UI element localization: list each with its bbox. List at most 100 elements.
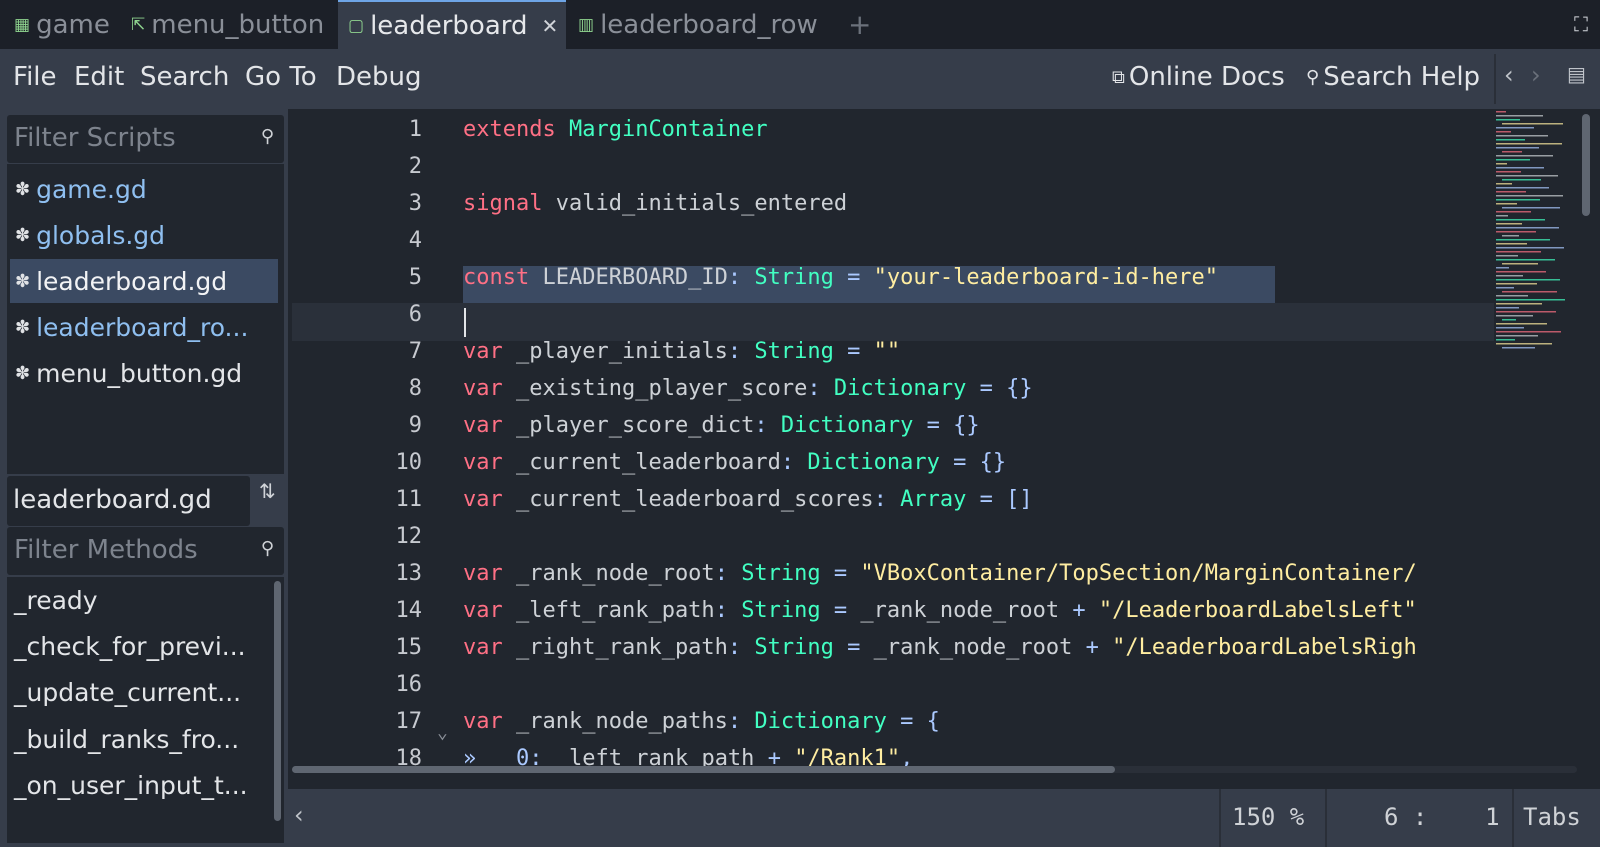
minimap-line xyxy=(1496,167,1544,169)
vertical-scrollbar[interactable] xyxy=(1582,114,1590,216)
script-item-menu-button[interactable]: ✽ menu_button.gd xyxy=(10,351,278,395)
line-number: 1 xyxy=(408,117,422,142)
script-label: game.gd xyxy=(36,174,147,204)
tab-leaderboard[interactable]: ▢ leaderboard ✕ xyxy=(338,0,566,49)
history-forward-icon[interactable]: › xyxy=(1531,61,1541,89)
script-item-leaderboard-row[interactable]: ✽ leaderboard_ro... xyxy=(10,305,278,349)
code-line: extends MarginContainer xyxy=(463,117,768,142)
code-minimap[interactable] xyxy=(1494,109,1584,359)
scene-row-icon: ▥ xyxy=(578,14,595,35)
line-number: 11 xyxy=(395,487,423,512)
gear-icon: ✽ xyxy=(15,224,31,246)
minimap-line xyxy=(1496,147,1539,149)
line-number: 13 xyxy=(395,561,423,586)
minimap-line xyxy=(1496,195,1563,197)
script-label: leaderboard_ro... xyxy=(36,312,249,342)
code-editor[interactable]: 1 2 3 4 5 6 7 8 9 10 11 12 13 14 15 16 17 18 extends Marg… xyxy=(292,109,1600,789)
scene-tab-bar: ▦ game ⇱ menu_button ▢ leaderboard ✕ ▥ l… xyxy=(0,0,1600,49)
menu-divider xyxy=(1494,54,1496,104)
script-item-leaderboard[interactable]: ✽ leaderboard.gd xyxy=(10,259,278,303)
filter-scripts-input[interactable]: Filter Scripts ⚲ xyxy=(7,115,284,163)
script-item-globals[interactable]: ✽ globals.gd xyxy=(10,213,278,257)
minimap-line xyxy=(1496,243,1527,245)
menu-search[interactable]: Search xyxy=(140,62,229,92)
code-line: var _right_rank_path: String = _rank_nod… xyxy=(463,635,1417,660)
horizontal-scrollbar[interactable] xyxy=(292,766,1115,773)
toggle-panel-icon[interactable]: ▤ xyxy=(1567,62,1586,86)
minimap-line xyxy=(1502,319,1516,321)
tab-game[interactable]: ▦ game xyxy=(14,0,110,49)
search-help-button[interactable]: ⚲ Search Help xyxy=(1306,62,1480,92)
minimap-line xyxy=(1502,263,1538,265)
minimap-line xyxy=(1496,247,1564,249)
online-docs-button[interactable]: ⧉ Online Docs xyxy=(1112,62,1285,92)
line-number: 2 xyxy=(408,154,422,179)
close-icon[interactable]: ✕ xyxy=(541,14,558,38)
line-number: 12 xyxy=(395,524,423,549)
script-label: leaderboard.gd xyxy=(36,266,228,296)
minimap-line xyxy=(1496,327,1524,329)
script-list: ✽ game.gd ✽ globals.gd ✽ leaderboard.gd … xyxy=(7,164,284,474)
search-help-label: Search Help xyxy=(1323,62,1481,92)
minimap-line xyxy=(1496,299,1565,301)
minimap-line xyxy=(1496,203,1517,205)
code-line: var _rank_node_paths: Dictionary = { xyxy=(463,709,940,734)
minimap-line xyxy=(1496,155,1553,157)
online-docs-label: Online Docs xyxy=(1128,62,1285,92)
menu-debug[interactable]: Debug xyxy=(336,62,422,92)
method-item[interactable]: _update_current... xyxy=(14,678,241,707)
tab-leaderboard-row[interactable]: ▥ leaderboard_row xyxy=(578,0,818,49)
script-item-game[interactable]: ✽ game.gd xyxy=(10,167,278,211)
scene-container-icon: ▢ xyxy=(348,15,365,36)
minimap-line xyxy=(1496,135,1548,137)
add-tab-button[interactable]: + xyxy=(848,8,871,41)
zoom-level[interactable]: 150 % xyxy=(1232,803,1304,831)
line-number: 15 xyxy=(395,635,423,660)
line-number: 7 xyxy=(408,339,422,364)
search-icon: ⚲ xyxy=(260,126,274,147)
filter-methods-input[interactable]: Filter Methods ⚲ xyxy=(7,527,284,575)
minimap-line xyxy=(1502,235,1519,237)
status-divider xyxy=(1325,789,1327,847)
method-item[interactable]: _on_user_input_t... xyxy=(14,771,248,800)
method-item[interactable]: _check_for_previ... xyxy=(14,632,246,661)
code-line: var _left_rank_path: String = _rank_node… xyxy=(463,598,1417,623)
minimap-line xyxy=(1496,271,1546,273)
minimap-line xyxy=(1496,127,1534,129)
method-item[interactable]: _build_ranks_fro... xyxy=(14,725,239,754)
tab-menu-button[interactable]: ⇱ menu_button xyxy=(131,0,324,49)
method-item[interactable]: _ready xyxy=(14,586,98,615)
fullscreen-icon[interactable]: ⛶ xyxy=(1574,12,1588,36)
sort-icon[interactable]: ⇅ xyxy=(259,479,276,503)
fold-arrow-icon[interactable]: ⌄ xyxy=(437,722,448,743)
minimap-line xyxy=(1496,311,1556,313)
indent-mode[interactable]: Tabs xyxy=(1523,803,1581,831)
method-list: _ready _check_for_previ... _update_curre… xyxy=(7,577,284,843)
minimap-line xyxy=(1496,315,1533,317)
code-line: var _rank_node_root: String = "VBoxConta… xyxy=(463,561,1417,586)
gear-icon: ✽ xyxy=(15,270,31,292)
menu-file[interactable]: File xyxy=(13,62,57,92)
minimap-line xyxy=(1496,343,1552,345)
minimap-line xyxy=(1496,143,1562,145)
minimap-line xyxy=(1502,291,1557,293)
minimap-line xyxy=(1496,267,1509,269)
code-line: var _player_score_dict: Dictionary = {} xyxy=(463,413,980,438)
minimap-line xyxy=(1496,295,1528,297)
method-list-scrollbar[interactable] xyxy=(274,581,281,821)
minimap-line xyxy=(1496,219,1545,221)
toggle-scripts-panel-icon[interactable]: ‹ xyxy=(294,801,304,829)
menu-goto[interactable]: Go To xyxy=(245,62,317,92)
filter-methods-placeholder: Filter Methods xyxy=(14,535,198,565)
minimap-line xyxy=(1496,211,1531,213)
minimap-line xyxy=(1496,231,1536,233)
minimap-line xyxy=(1496,131,1511,133)
menu-edit[interactable]: Edit xyxy=(74,62,124,92)
editor-status-bar: ‹ 150 % 6 : 1 Tabs xyxy=(288,789,1600,847)
scene-button-icon: ⇱ xyxy=(131,14,146,35)
history-back-icon[interactable]: ‹ xyxy=(1504,61,1514,89)
minimap-line xyxy=(1496,283,1537,285)
line-number: 4 xyxy=(408,228,422,253)
tab-label: leaderboard_row xyxy=(600,9,818,40)
minimap-line xyxy=(1496,227,1559,229)
